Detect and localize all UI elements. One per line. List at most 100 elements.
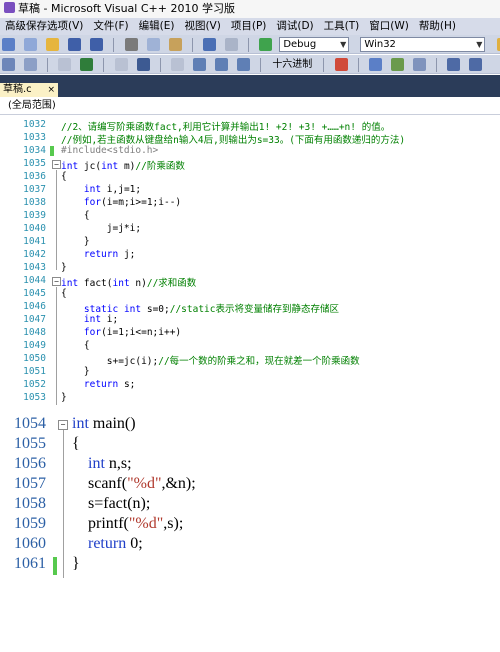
build-icon[interactable] — [58, 58, 72, 71]
line-number: 1061 — [14, 555, 46, 572]
code-line: return 0; — [88, 535, 143, 552]
line-number: 1059 — [14, 515, 46, 532]
toolbar-separator — [47, 58, 49, 72]
menu-file[interactable]: 文件(F) — [88, 18, 133, 35]
step-into-icon[interactable] — [192, 58, 206, 71]
collapse-icon[interactable]: − — [52, 277, 61, 286]
scope-dropdown[interactable]: (全局范围) — [0, 97, 500, 115]
save-all-icon[interactable] — [90, 38, 104, 51]
code-line: return s; — [83, 379, 136, 390]
line-number: 1042 — [23, 249, 46, 260]
pause-icon[interactable] — [136, 58, 150, 71]
undo-icon[interactable] — [202, 38, 216, 51]
uncomment-lines-icon[interactable] — [469, 58, 483, 71]
open-folder-icon[interactable] — [46, 38, 60, 51]
step-icon[interactable] — [114, 58, 128, 71]
line-number: 1033 — [23, 132, 46, 143]
tab-label: 草稿.c — [3, 84, 32, 95]
breakpoint-icon[interactable] — [334, 58, 348, 71]
fold-guide — [56, 170, 57, 270]
line-number: 1032 — [23, 119, 46, 130]
add-item-icon[interactable] — [24, 38, 38, 51]
menu-view[interactable]: 视图(V) — [179, 18, 225, 35]
copy-icon[interactable] — [146, 38, 160, 51]
class-view-icon[interactable] — [390, 58, 404, 71]
menubar: 高级保存选项(V) 文件(F) 编辑(E) 视图(V) 项目(P) 调试(D) 工具(T) 窗… — [0, 18, 500, 35]
redo-icon[interactable] — [225, 38, 239, 51]
close-icon[interactable]: × — [47, 83, 55, 97]
code-editor-zoomed[interactable]: − 1054 int main() 1055 { 1056 int n,s; 1… — [0, 412, 500, 652]
menu-project[interactable]: 项目(P) — [226, 18, 272, 35]
collapse-icon[interactable]: − — [52, 160, 61, 169]
fold-guide — [63, 430, 64, 578]
window-layout-icon[interactable] — [2, 58, 15, 71]
chevron-down-icon: ▼ — [476, 40, 483, 49]
run-icon[interactable] — [80, 58, 94, 71]
code-line: int main() — [72, 415, 136, 432]
toolbar-separator — [248, 38, 250, 52]
standard-toolbar: Debug ▼ Win32 ▼ — [0, 35, 500, 54]
line-number: 1052 — [23, 379, 46, 390]
line-number: 1054 — [14, 415, 46, 432]
tab-draft-c[interactable]: 草稿.c × — [0, 83, 58, 97]
fold-guide — [56, 287, 57, 405]
comment-lines-icon[interactable] — [447, 58, 461, 71]
configuration-value: Debug — [283, 39, 317, 50]
code-line: { — [61, 171, 67, 182]
line-number: 1035 — [23, 158, 46, 169]
line-number: 1041 — [23, 236, 46, 247]
code-line: return j; — [83, 249, 136, 260]
find-in-files-icon[interactable] — [496, 38, 500, 51]
code-line: for(i=m;i>=1;i--) — [83, 197, 182, 208]
solution-platform-select[interactable]: Win32 ▼ — [360, 37, 486, 52]
calendar-icon[interactable] — [24, 58, 38, 71]
code-line: int jc(int m)//阶乘函数 — [61, 161, 185, 172]
code-line: } — [72, 555, 80, 572]
toolbar-separator — [260, 58, 262, 72]
code-editor[interactable]: − − 1032 //2、请编写阶乘函数fact,利用它计算并输出1! +2! … — [0, 115, 500, 412]
code-line: s+=jc(i);//每一个数的阶乘之和，现在就差一个阶乘函数 — [61, 356, 360, 367]
menu-window[interactable]: 窗口(W) — [364, 18, 414, 35]
save-icon[interactable] — [68, 38, 82, 51]
code-line: } — [61, 262, 67, 273]
line-number: 1056 — [14, 455, 46, 472]
menu-debug[interactable]: 调试(D) — [271, 18, 318, 35]
line-number: 1039 — [23, 210, 46, 221]
line-number: 1047 — [23, 314, 46, 325]
line-number: 1053 — [23, 392, 46, 403]
code-line: #include<stdio.h> — [61, 145, 159, 156]
debug-toolbar: 十六进制 — [0, 55, 500, 74]
toolbar-separator — [191, 38, 193, 52]
show-next-statement-icon[interactable] — [170, 58, 184, 71]
code-line: //2、请编写阶乘函数fact,利用它计算并输出1! +2! +3! +……+n… — [61, 122, 391, 133]
menu-advanced-save[interactable]: 高级保存选项(V) — [0, 18, 88, 35]
menu-help[interactable]: 帮助(H) — [414, 18, 461, 35]
toolbar-separator — [103, 58, 105, 72]
toolbar-separator — [357, 58, 359, 72]
menu-tools[interactable]: 工具(T) — [319, 18, 365, 35]
hexadecimal-toggle[interactable]: 十六进制 — [269, 55, 315, 73]
line-number: 1050 — [23, 353, 46, 364]
solution-configuration-select[interactable]: Debug ▼ — [279, 37, 350, 52]
step-over-icon[interactable] — [215, 58, 229, 71]
collapse-icon[interactable]: − — [58, 420, 68, 430]
menu-edit[interactable]: 编辑(E) — [134, 18, 180, 35]
toolbar-separator — [435, 58, 437, 72]
platform-value: Win32 — [364, 39, 396, 50]
new-project-icon[interactable] — [2, 38, 15, 51]
cut-icon[interactable] — [124, 38, 138, 51]
start-debugging-icon[interactable] — [259, 38, 273, 51]
toolbar-separator — [323, 58, 325, 72]
code-line: } — [61, 392, 67, 403]
change-indicator-bar — [50, 146, 54, 156]
font-size-icon[interactable] — [412, 58, 426, 71]
toolbar-separator — [159, 58, 161, 72]
window-title: 草稿 - Microsoft Visual C++ 2010 学习版 — [18, 2, 235, 15]
paste-icon[interactable] — [168, 38, 182, 51]
code-line: scanf("%d",&n); — [72, 475, 196, 492]
output-window-icon[interactable] — [368, 58, 382, 71]
line-number: 1038 — [23, 197, 46, 208]
step-out-icon[interactable] — [237, 58, 251, 71]
code-line: int n,s; — [88, 455, 132, 472]
line-number: 1045 — [23, 288, 46, 299]
